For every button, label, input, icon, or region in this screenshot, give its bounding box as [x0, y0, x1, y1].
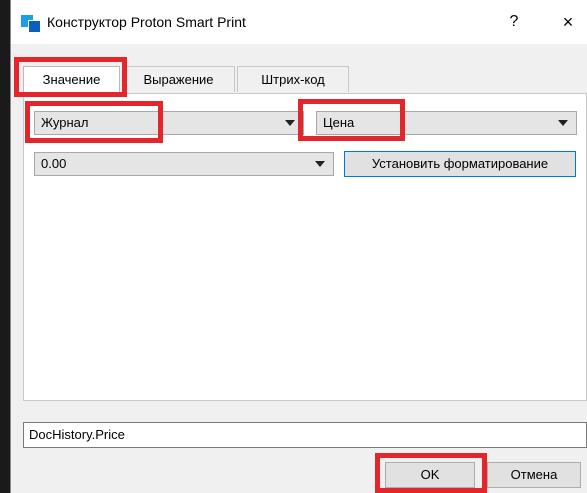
help-icon[interactable]: ? — [499, 8, 529, 36]
tab-barcode[interactable]: Штрих-код — [237, 66, 349, 92]
title-bar: Конструктор Proton Smart Print ? × — [11, 0, 587, 44]
cancel-button[interactable]: Отмена — [487, 462, 581, 488]
tab-expression[interactable]: Выражение — [122, 66, 235, 92]
window-title: Конструктор Proton Smart Print — [47, 14, 246, 30]
set-formatting-button[interactable]: Установить форматирование — [344, 151, 576, 177]
app-logo-icon — [21, 15, 41, 33]
field-select[interactable]: Цена — [316, 111, 577, 135]
expression-field[interactable]: DocHistory.Price — [23, 422, 587, 448]
ok-button[interactable]: OK — [385, 462, 475, 488]
source-select-value: Журнал — [41, 115, 89, 130]
chevron-down-icon — [285, 120, 295, 126]
dialog-window: Конструктор Proton Smart Print ? × Значе… — [10, 0, 587, 493]
source-select[interactable]: Журнал — [34, 111, 304, 135]
chevron-down-icon — [315, 161, 325, 167]
close-icon[interactable]: × — [551, 8, 585, 36]
value-panel: Журнал Цена 0.00 Установить форматирован… — [23, 93, 587, 401]
left-dark-edge — [0, 0, 10, 493]
field-select-value: Цена — [323, 115, 355, 130]
chevron-down-icon — [558, 120, 568, 126]
format-select-value: 0.00 — [41, 156, 67, 171]
format-select[interactable]: 0.00 — [34, 152, 334, 176]
tab-value[interactable]: Значение — [23, 66, 120, 94]
